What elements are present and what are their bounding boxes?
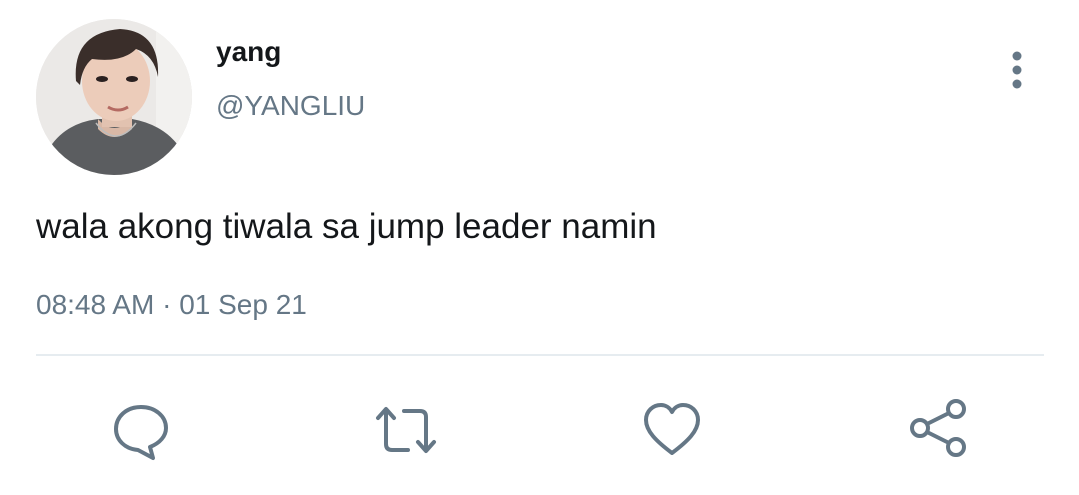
tweet-time: 08:48 AM xyxy=(36,289,155,320)
retweet-icon xyxy=(376,407,436,453)
tweet-date: 01 Sep 21 xyxy=(179,289,307,320)
timestamp-separator: · xyxy=(162,289,172,320)
tweet-timestamp[interactable]: 08:48 AM · 01 Sep 21 xyxy=(36,287,307,323)
speech-bubble-icon xyxy=(114,405,168,460)
display-name[interactable]: yang xyxy=(216,34,281,70)
retweet-button[interactable] xyxy=(374,398,438,462)
reply-button[interactable] xyxy=(109,398,173,462)
share-button[interactable] xyxy=(906,398,970,462)
tweet-text: wala akong tiwala sa jump leader namin xyxy=(36,207,657,246)
like-button[interactable] xyxy=(640,398,704,462)
share-icon xyxy=(910,399,966,457)
divider xyxy=(36,354,1044,356)
vertical-ellipsis-icon xyxy=(1012,51,1022,89)
avatar[interactable] xyxy=(36,19,192,175)
more-options-button[interactable] xyxy=(1000,46,1034,94)
profile-photo xyxy=(36,19,192,175)
user-handle[interactable]: @YANGLIU xyxy=(216,88,365,124)
tweet-card: yang @YANGLIU wala akong tiwala sa jump … xyxy=(0,0,1079,495)
heart-icon xyxy=(644,403,700,455)
